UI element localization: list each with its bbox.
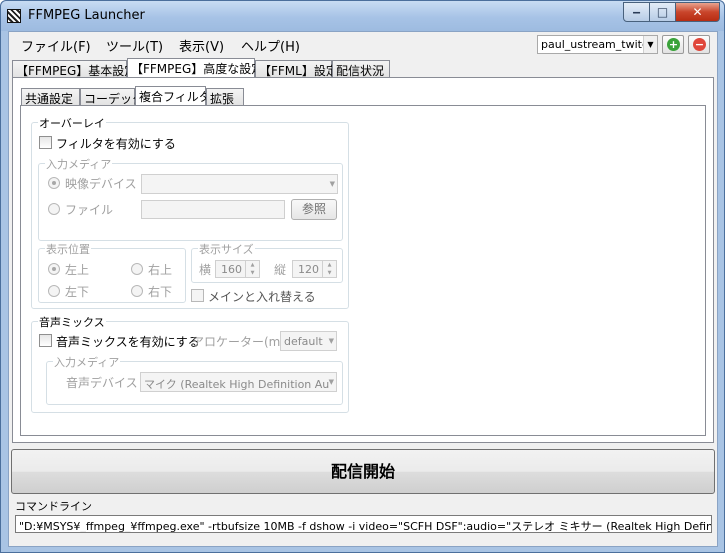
- video-device-label: 映像デバイス: [65, 177, 137, 191]
- audio-device-label: 音声デバイス: [66, 376, 138, 390]
- profile-select-value: paul_ustream_twitch: [541, 38, 655, 51]
- position-top-right-radio[interactable]: [131, 263, 143, 275]
- title-bar[interactable]: FFMPEG Launcher ‒ □ ✕: [1, 1, 724, 31]
- audio-input-media-title: 入力メディア: [53, 354, 121, 370]
- spin-up-icon[interactable]: ▲: [245, 261, 259, 269]
- spin-up-icon[interactable]: ▲: [322, 261, 336, 269]
- menu-help[interactable]: ヘルプ(H): [241, 36, 300, 55]
- display-position-title: 表示位置: [45, 241, 91, 257]
- command-line-label: コマンドライン: [15, 500, 92, 513]
- size-height-stepper[interactable]: 120 ▲ ▼: [292, 260, 337, 278]
- tab-codec[interactable]: コーデック: [80, 88, 144, 106]
- tab-extension[interactable]: 拡張: [206, 88, 244, 106]
- add-profile-button[interactable]: +: [662, 35, 684, 54]
- swap-with-main-label: メインと入れ替える: [208, 290, 316, 304]
- audio-mix-group: 音声ミックス 音声ミックスを有効にする アロケーター(ms) default ▼…: [31, 314, 349, 413]
- chevron-down-icon: ▼: [328, 337, 334, 345]
- tab-ffmpeg-basic[interactable]: 【FFMPEG】基本設定: [12, 60, 136, 78]
- video-device-radio[interactable]: [48, 177, 60, 189]
- video-device-select[interactable]: ▼: [141, 174, 338, 194]
- start-streaming-button[interactable]: 配信開始: [11, 449, 715, 494]
- tab-common-settings[interactable]: 共通設定: [21, 88, 80, 106]
- app-icon: [7, 9, 21, 23]
- spin-down-icon[interactable]: ▼: [245, 269, 259, 277]
- audio-device-value: マイク (Realtek High Definition Au: [144, 378, 330, 391]
- audio-mix-enable-checkbox[interactable]: [39, 334, 52, 347]
- size-width-label: 横: [199, 263, 212, 277]
- maximize-button[interactable]: □: [650, 2, 676, 22]
- browse-button[interactable]: 参照: [291, 199, 337, 220]
- tab-ffml-settings[interactable]: 【FFML】設定: [255, 60, 338, 78]
- remove-profile-button[interactable]: −: [688, 35, 710, 54]
- spin-down-icon[interactable]: ▼: [322, 269, 336, 277]
- position-top-right-label: 右上: [148, 263, 173, 277]
- position-bottom-left-label: 左下: [65, 285, 90, 299]
- app-window: FFMPEG Launcher ‒ □ ✕ ファイル(F) ツール(T) 表示(…: [0, 0, 725, 553]
- display-size-group: 表示サイズ 横 160 ▲ ▼ 縦 120 ▲ ▼: [191, 241, 343, 283]
- command-line-field[interactable]: "D:¥MSYS¥_ffmpeg_¥ffmpeg.exe" -rtbufsize…: [15, 515, 712, 533]
- tab-stream-status[interactable]: 配信状況: [332, 60, 390, 78]
- allocator-value: default: [284, 335, 323, 348]
- overlay-enable-label: フィルタを有効にする: [56, 137, 176, 151]
- allocator-label: アロケーター(ms): [192, 335, 292, 349]
- file-path-input[interactable]: [141, 200, 285, 219]
- overlay-enable-checkbox[interactable]: [39, 136, 52, 149]
- tab-ffmpeg-advanced[interactable]: 【FFMPEG】高度な設定: [127, 58, 263, 78]
- allocator-select[interactable]: default ▼: [280, 331, 337, 351]
- overlay-group: オーバーレイ フィルタを有効にする 入力メディア 映像デバイス ▼ ファイル 参…: [31, 115, 349, 309]
- audio-mix-title: 音声ミックス: [38, 314, 106, 330]
- client-area: ファイル(F) ツール(T) 表示(V) ヘルプ(H) paul_ustream…: [8, 31, 718, 547]
- profile-select[interactable]: paul_ustream_twitch ▼: [537, 35, 658, 54]
- size-height-value: 120: [298, 263, 319, 276]
- file-label: ファイル: [65, 203, 114, 217]
- tab-composite-filter[interactable]: 複合フィルタ: [135, 86, 211, 106]
- chevron-down-icon: ▼: [643, 36, 657, 53]
- overlay-group-title: オーバーレイ: [38, 115, 106, 131]
- chevron-down-icon: ▼: [328, 378, 334, 386]
- size-width-value: 160: [221, 263, 242, 276]
- chevron-down-icon: ▼: [329, 180, 335, 188]
- position-bottom-right-label: 右下: [148, 285, 173, 299]
- composite-filter-panel: オーバーレイ フィルタを有効にする 入力メディア 映像デバイス ▼ ファイル 参…: [20, 105, 706, 436]
- overlay-input-media-title: 入力メディア: [45, 156, 113, 172]
- minus-icon: −: [693, 38, 706, 51]
- display-position-group: 表示位置 左上 右上 左下 右下: [38, 241, 186, 303]
- position-top-left-label: 左上: [65, 263, 90, 277]
- menu-view[interactable]: 表示(V): [179, 36, 224, 55]
- size-width-stepper[interactable]: 160 ▲ ▼: [215, 260, 260, 278]
- plus-icon: +: [667, 38, 680, 51]
- swap-with-main-checkbox[interactable]: [191, 289, 204, 302]
- window-title: FFMPEG Launcher: [28, 8, 145, 23]
- menu-tools[interactable]: ツール(T): [106, 36, 163, 55]
- close-button[interactable]: ✕: [676, 2, 720, 22]
- audio-device-select[interactable]: マイク (Realtek High Definition Au ▼: [140, 372, 337, 392]
- audio-mix-enable-label: 音声ミックスを有効にする: [56, 335, 200, 349]
- menu-bar: ファイル(F) ツール(T) 表示(V) ヘルプ(H) paul_ustream…: [9, 32, 717, 56]
- overlay-input-media-group: 入力メディア 映像デバイス ▼ ファイル 参照: [38, 156, 343, 241]
- position-bottom-left-radio[interactable]: [48, 285, 60, 297]
- audio-input-media-group: 入力メディア 音声デバイス マイク (Realtek High Definiti…: [46, 354, 343, 405]
- file-radio[interactable]: [48, 203, 60, 215]
- menu-file[interactable]: ファイル(F): [21, 36, 91, 55]
- position-top-left-radio[interactable]: [48, 263, 60, 275]
- display-size-title: 表示サイズ: [198, 241, 255, 257]
- minimize-button[interactable]: ‒: [623, 2, 650, 22]
- position-bottom-right-radio[interactable]: [131, 285, 143, 297]
- size-height-label: 縦: [274, 263, 287, 277]
